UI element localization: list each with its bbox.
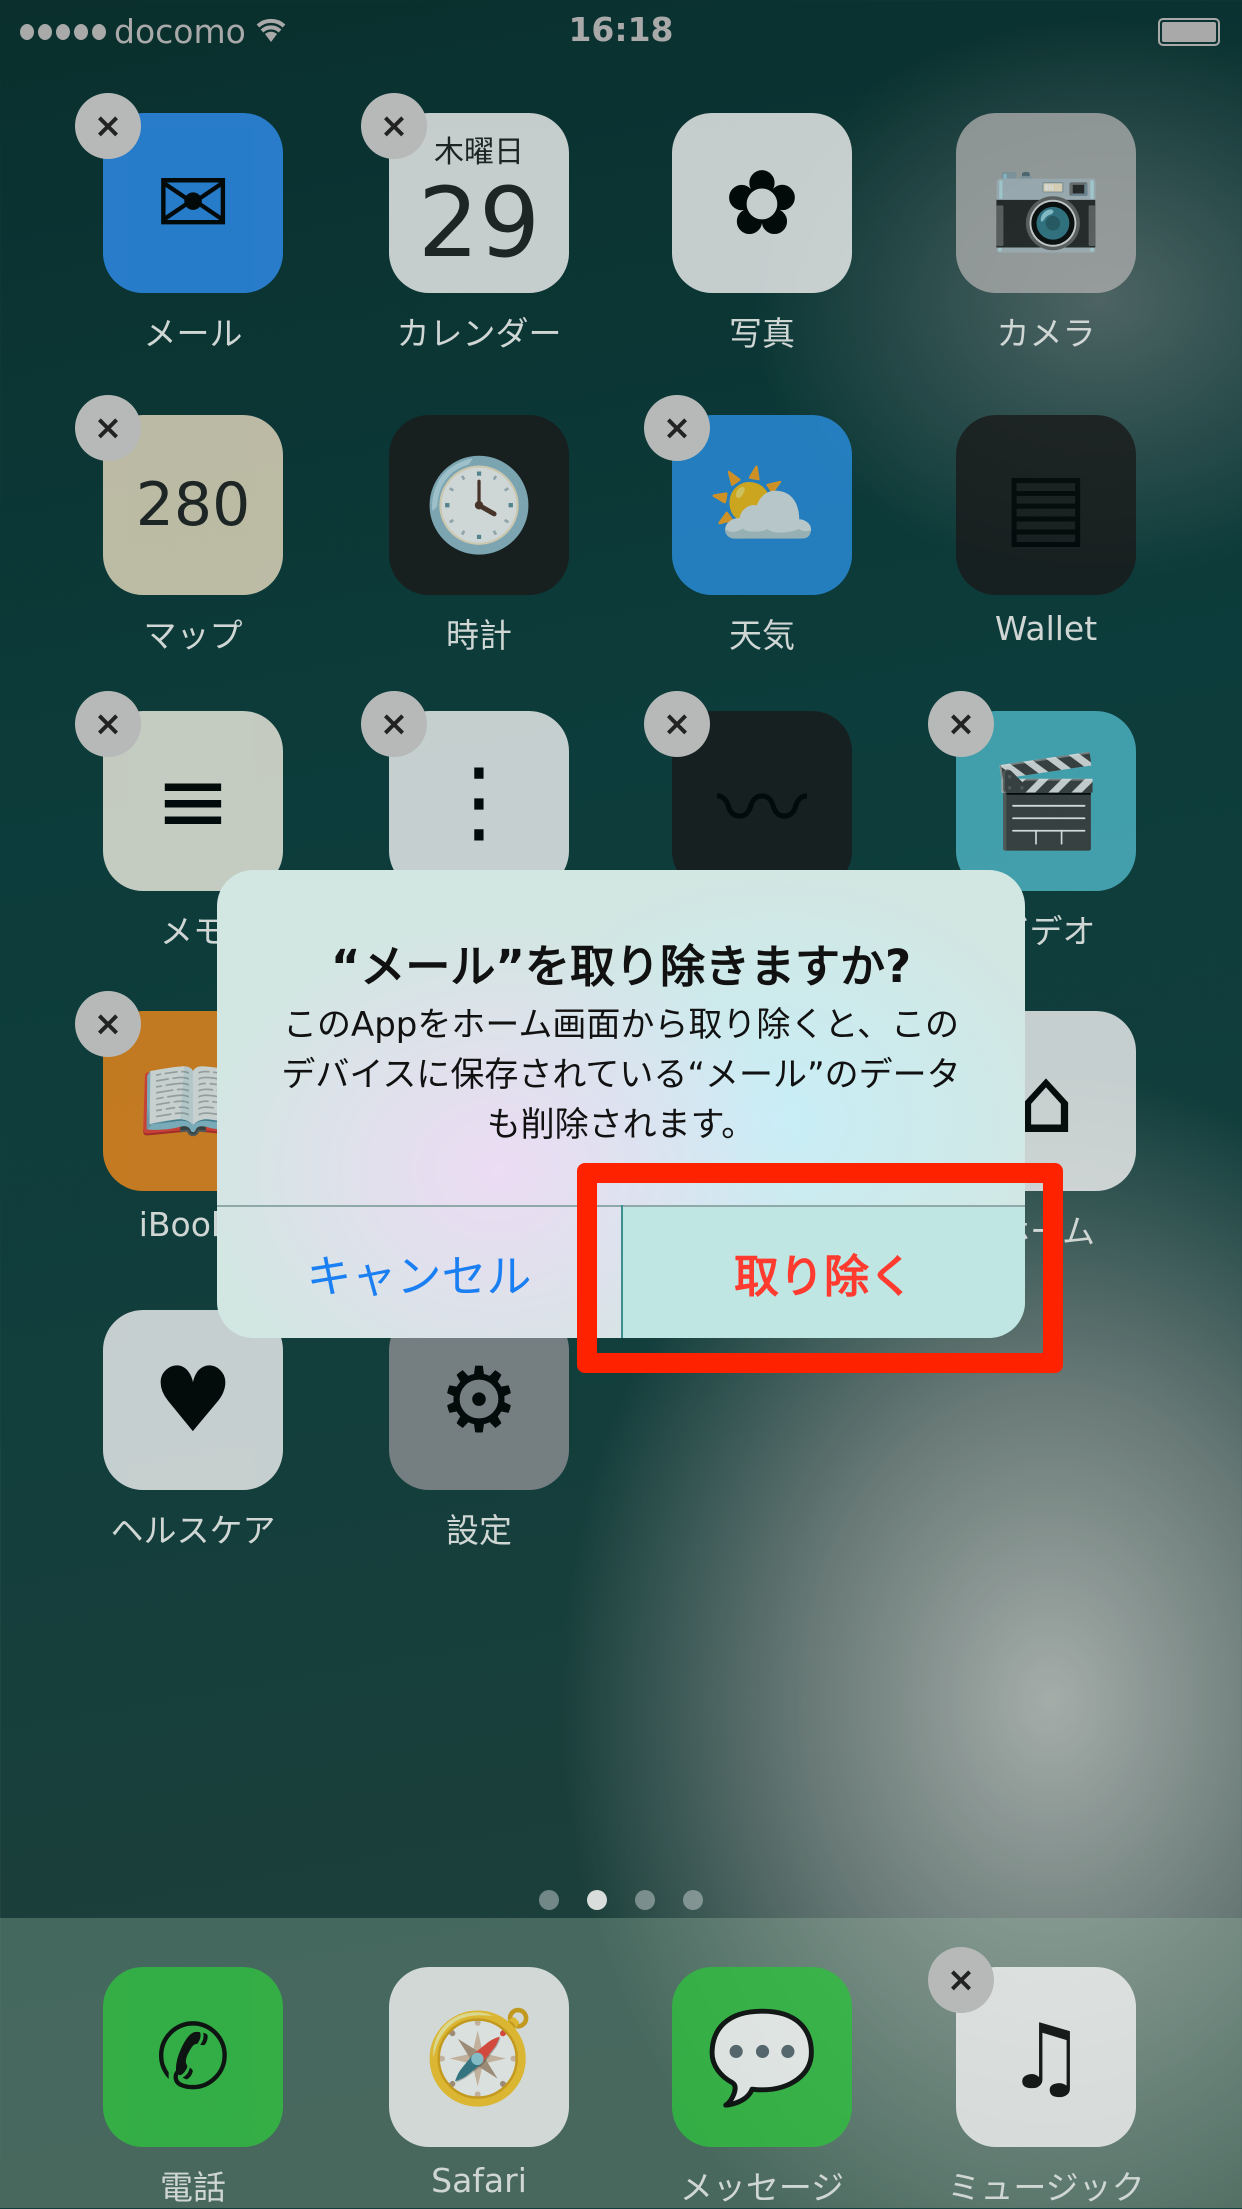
- app-glyph: ✆: [155, 2004, 231, 2110]
- app-label: ヘルスケア: [110, 1511, 276, 1550]
- app-icon[interactable]: 🕓 時計: [389, 415, 569, 657]
- delete-badge-icon[interactable]: ×: [928, 1947, 994, 2013]
- app-label: Wallet: [994, 609, 1098, 648]
- app-glyph: ⚙: [438, 1347, 520, 1453]
- page-indicator[interactable]: [0, 1890, 1242, 1910]
- app-label: 電話: [160, 2168, 226, 2207]
- app-icon[interactable]: × ⛅ 天気: [644, 395, 852, 657]
- app-glyph: ≡: [155, 748, 231, 854]
- app-label: メッセージ: [679, 2168, 845, 2207]
- app-icon[interactable]: 💬 メッセージ: [672, 1967, 852, 2209]
- app-icon[interactable]: ✆ 電話: [103, 1967, 283, 2209]
- app-icon[interactable]: ♥ ヘルスケア: [103, 1310, 283, 1552]
- clock: 16:18: [568, 10, 674, 49]
- app-glyph: ⋮: [434, 748, 524, 854]
- app-glyph-icon: ✆: [103, 1967, 283, 2147]
- delete-badge-icon[interactable]: ×: [644, 395, 710, 461]
- app-glyph-icon: ✿: [672, 113, 852, 293]
- app-label: 時計: [446, 616, 512, 655]
- app-glyph: 📷: [989, 150, 1103, 256]
- app-glyph: 280: [135, 470, 251, 540]
- highlight-box: [577, 1163, 1063, 1373]
- app-label: 天気: [729, 616, 795, 655]
- alert-message: このAppをホーム画面から取り除くと、このデバイスに保存されている“メール”のデ…: [281, 1005, 961, 1145]
- delete-badge-icon[interactable]: ×: [75, 395, 141, 461]
- app-glyph: ✉: [155, 150, 231, 256]
- delete-badge-icon[interactable]: ×: [644, 691, 710, 757]
- app-label: マップ: [143, 616, 243, 655]
- app-glyph-icon: 💬: [672, 1967, 852, 2147]
- app-glyph: 🧭: [422, 2004, 536, 2110]
- delete-badge-icon[interactable]: ×: [75, 691, 141, 757]
- app-glyph-icon: 🧭: [389, 1967, 569, 2147]
- delete-badge-icon[interactable]: ×: [361, 93, 427, 159]
- battery-icon: [1158, 18, 1220, 46]
- app-label: 写真: [729, 314, 795, 353]
- app-icon[interactable]: × ♫ ミュージック: [928, 1947, 1145, 2209]
- app-label: ミュージック: [947, 2168, 1145, 2207]
- app-label: カレンダー: [396, 314, 562, 353]
- app-glyph: ⛅: [705, 452, 819, 558]
- app-icon[interactable]: × 木曜日 29 カレンダー: [361, 93, 569, 355]
- app-label: カメラ: [996, 314, 1096, 353]
- status-bar: docomo 16:18: [0, 0, 1242, 60]
- cancel-button[interactable]: キャンセル: [217, 1207, 621, 1338]
- app-glyph: ♫: [1005, 2004, 1087, 2110]
- alert-title: “メール”を取り除きますか?: [330, 940, 912, 993]
- app-glyph-icon: 📷: [956, 113, 1136, 293]
- app-glyph: 🕓: [422, 452, 536, 558]
- app-icon[interactable]: ✿ 写真: [672, 113, 852, 355]
- delete-badge-icon[interactable]: ×: [75, 991, 141, 1057]
- delete-badge-icon[interactable]: ×: [928, 691, 994, 757]
- app-glyph: 〰: [717, 757, 807, 862]
- app-label: Safari: [431, 2161, 527, 2200]
- app-icon[interactable]: × 280 マップ: [75, 395, 283, 657]
- app-glyph: ✿: [724, 150, 800, 256]
- app-glyph-icon: 🕓: [389, 415, 569, 595]
- delete-badge-icon[interactable]: ×: [361, 691, 427, 757]
- app-glyph: 29: [417, 167, 541, 279]
- app-icon[interactable]: 🧭 Safari: [389, 1967, 569, 2200]
- app-glyph: ♥: [152, 1347, 234, 1453]
- app-glyph: 🎬: [989, 748, 1103, 854]
- app-label: メール: [143, 314, 243, 353]
- app-icon[interactable]: 📷 カメラ: [956, 113, 1136, 355]
- delete-badge-icon[interactable]: ×: [75, 93, 141, 159]
- app-glyph: ▤: [1003, 452, 1089, 558]
- app-label: 設定: [446, 1511, 512, 1550]
- app-glyph: 💬: [705, 2004, 819, 2110]
- app-glyph-icon: ▤: [956, 415, 1136, 595]
- app-icon[interactable]: ⚙ 設定: [389, 1310, 569, 1552]
- app-icon[interactable]: ▤ Wallet: [956, 415, 1136, 648]
- app-glyph: ⌂: [1017, 1048, 1075, 1154]
- app-icon[interactable]: × ✉ メール: [75, 93, 283, 355]
